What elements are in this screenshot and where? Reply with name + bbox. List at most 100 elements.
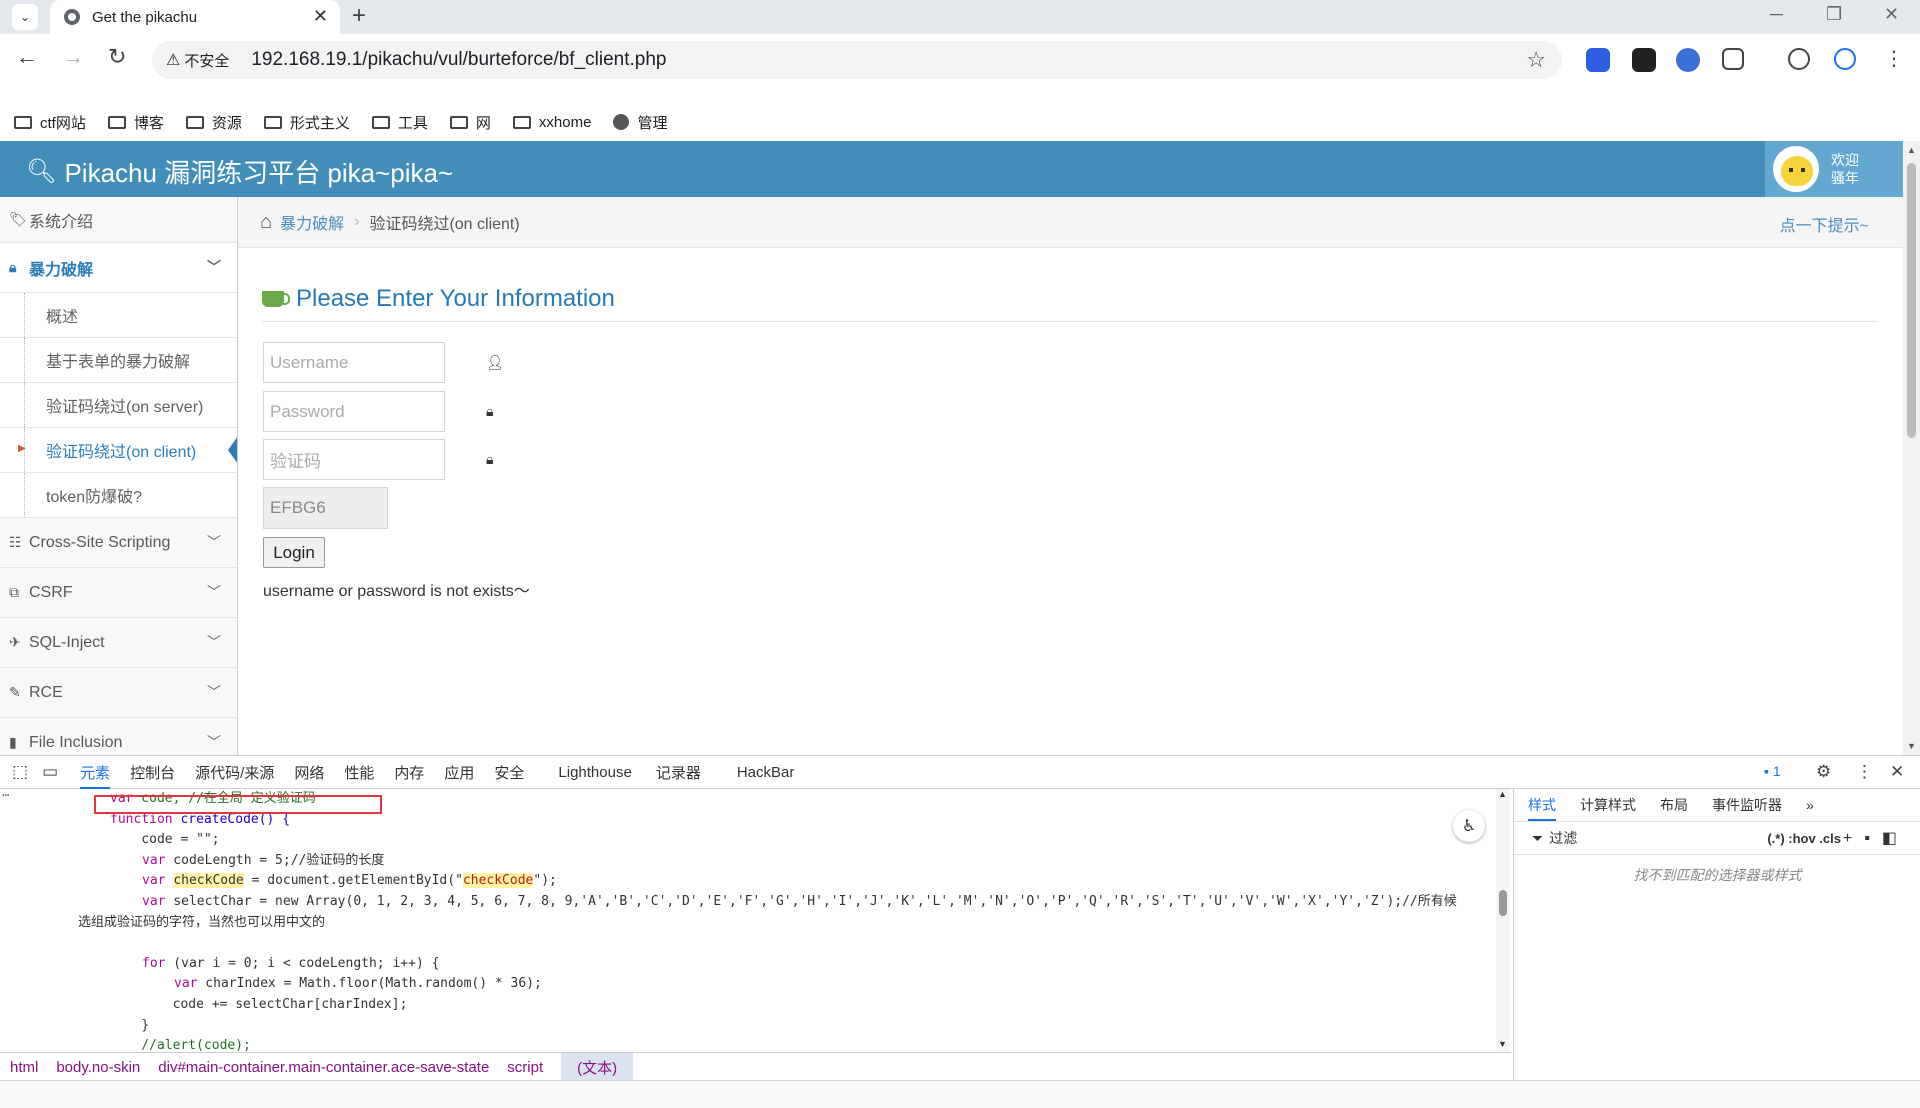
user-menu[interactable]: 欢迎 骚年 [1765,141,1903,197]
filter-options[interactable]: (.*) :hov .cls [1767,831,1841,846]
back-icon[interactable]: ← [16,44,38,70]
code-line[interactable]: for (var i = 0; i < codeLength; i++) { [0,954,1496,975]
tab-layout[interactable]: 布局 [1660,795,1688,815]
page-scrollbar[interactable]: ▲ ▼ [1903,141,1920,755]
bookmark-folder[interactable]: 网 [449,112,491,133]
sidebar-subitem[interactable]: 基于表单的暴力破解 [0,338,237,383]
code-line[interactable]: var checkCode = document.getElementById(… [0,871,1496,892]
tab-memory[interactable]: 内存 [394,762,424,783]
extension-mask-icon[interactable] [1632,48,1656,72]
profile-icon[interactable] [1834,48,1856,70]
new-tab-button[interactable]: + [352,2,366,30]
bookmark-star-icon[interactable]: ☆ [1526,47,1546,73]
tab-network[interactable]: 网络 [294,762,324,783]
bookmark-folder[interactable]: 博客 [107,112,164,133]
tab-security[interactable]: 安全 [494,762,524,783]
inspect-icon[interactable]: ⬚ [12,762,28,782]
sidebar-item-file-inclusion[interactable]: ▮ File Inclusion ﹀ [0,718,237,755]
dom-crumb[interactable]: div#main-container.main-container.ace-sa… [158,1059,489,1076]
sidebar-item-bruteforce[interactable]: 🔒︎ 暴力破解 ﹀ [0,243,237,293]
tab-hackbar[interactable]: HackBar [737,764,795,781]
tab-styles[interactable]: 样式 [1528,795,1556,821]
scroll-down-icon[interactable]: ▼ [1907,741,1916,751]
extension-translate-icon[interactable] [1676,48,1700,72]
style-actions-icon[interactable]: +▪◧ [1843,828,1909,848]
dom-crumb[interactable]: script [507,1059,543,1076]
code-line[interactable]: } [0,1016,1496,1037]
tab-elements[interactable]: 元素 [80,762,111,789]
sidebar-subitem[interactable]: 验证码绕过(on server) [0,383,237,428]
scrollbar-thumb[interactable] [1499,890,1507,916]
bookmark-folder[interactable]: 资源 [185,112,242,133]
bookmark-folder[interactable]: ctf网站 [14,112,86,133]
browser-tab[interactable]: Get the pikachu ✕ [50,0,340,34]
filter-input[interactable]: 过滤 [1549,828,1577,848]
scroll-up-icon[interactable]: ▲ [1498,789,1507,799]
address-bar[interactable]: ⚠ 不安全 192.168.19.1/pikachu/vul/burteforc… [152,41,1562,79]
sidebar-item-rce[interactable]: ✎ RCE ﹀ [0,668,237,718]
scroll-up-icon[interactable]: ▲ [1907,145,1916,155]
more-tabs-icon[interactable]: » [1806,797,1814,813]
close-tab-icon[interactable]: ✕ [313,6,328,27]
tab-lighthouse[interactable]: Lighthouse [558,764,631,781]
bookmark-folder[interactable]: xxhome [512,114,591,131]
dom-crumb[interactable]: html [10,1059,38,1076]
password-input[interactable]: Password [263,391,445,432]
username-input[interactable]: Username [263,342,445,383]
tab-event-listeners[interactable]: 事件监听器 [1712,795,1782,815]
accessibility-icon[interactable]: ♿︎ [1453,810,1485,842]
sidebar-subitem[interactable]: token防爆破? [0,473,237,518]
warning-icon[interactable]: ⚠ [166,50,180,70]
bookmark-folder[interactable]: 工具 [371,112,428,133]
code-line[interactable]: var codeLength = 5;//验证码的长度 [0,851,1496,872]
code-line[interactable]: code += selectChar[charIndex]; [0,995,1496,1016]
extension-p-icon[interactable] [1586,48,1610,72]
sidebar-subitem-active[interactable]: ▶ 验证码绕过(on client) [0,428,237,473]
close-window-icon[interactable]: ✕ [1884,4,1899,25]
code-scrollbar[interactable]: ▲ ▼ [1496,789,1510,1051]
sidebar-item-intro[interactable]: 🏷︎ 系统介绍 [0,197,237,243]
extensions-puzzle-icon[interactable] [1722,48,1744,70]
captcha-code[interactable]: EFBG6 [263,487,388,529]
dom-crumb[interactable]: body.no-skin [56,1059,140,1076]
device-toggle-icon[interactable]: ▭ [42,762,58,782]
tab-recorder[interactable]: 记录器 [656,762,701,783]
sidebar-item-xss[interactable]: ☷ Cross-Site Scripting ﹀ [0,518,237,568]
code-line[interactable]: 选组成验证码的字符，当然也可以用中文的 [0,913,1496,934]
scrollbar-thumb[interactable] [1907,163,1916,438]
tab-performance[interactable]: 性能 [344,762,374,783]
tab-computed[interactable]: 计算样式 [1580,795,1636,815]
code-line[interactable]: var charIndex = Math.floor(Math.random()… [0,974,1496,995]
tab-console[interactable]: 控制台 [130,762,175,783]
close-devtools-icon[interactable]: ✕ [1890,762,1904,782]
home-icon[interactable]: ⌂ [260,211,272,234]
code-line[interactable]: //alert(code); [0,1036,1496,1051]
reload-icon[interactable]: ↻ [108,44,126,70]
elements-source[interactable]: ⋯ var code; //在全局 定义验证码 function createC… [0,789,1496,1051]
tab-search-button[interactable]: ⌄ [12,4,38,30]
bookmark-folder[interactable]: 形式主义 [263,112,350,133]
sidebar-item-csrf[interactable]: ⧉ CSRF ﹀ [0,568,237,618]
breadcrumb-link[interactable]: 暴力破解 [280,210,344,234]
hint-link[interactable]: 点一下提示~ [1780,212,1869,236]
scroll-down-icon[interactable]: ▼ [1498,1039,1507,1049]
login-button[interactable]: Login [263,537,325,568]
captcha-input[interactable]: 验证码 [263,439,445,480]
forward-icon[interactable]: → [62,44,84,70]
issues-badge[interactable]: ▪ 1 [1764,763,1781,779]
more-options-icon[interactable]: ⋮ [1856,762,1873,782]
security-label[interactable]: 不安全 [184,50,229,71]
dom-crumb-selected[interactable]: (文本) [561,1052,634,1082]
ellipsis-icon[interactable]: ⋯ [2,789,9,806]
url-text[interactable]: 192.168.19.1/pikachu/vul/burteforce/bf_c… [251,49,666,71]
site-brand[interactable]: 🔍︎ Pikachu 漏洞练习平台 pika~pika~ [26,153,453,190]
code-line[interactable]: var selectChar = new Array(0, 1, 2, 3, 4… [0,892,1496,913]
minimize-icon[interactable]: ─ [1770,4,1783,25]
tab-sources[interactable]: 源代码/来源 [195,762,274,783]
settings-gear-icon[interactable]: ⚙ [1816,762,1831,782]
code-line[interactable]: code = ""; [0,830,1496,851]
performance-icon[interactable] [1788,48,1810,70]
menu-kebab-icon[interactable]: ⋮ [1884,46,1904,71]
sidebar-subitem[interactable]: 概述 [0,293,237,338]
sidebar-item-sqli[interactable]: ✈ SQL-Inject ﹀ [0,618,237,668]
